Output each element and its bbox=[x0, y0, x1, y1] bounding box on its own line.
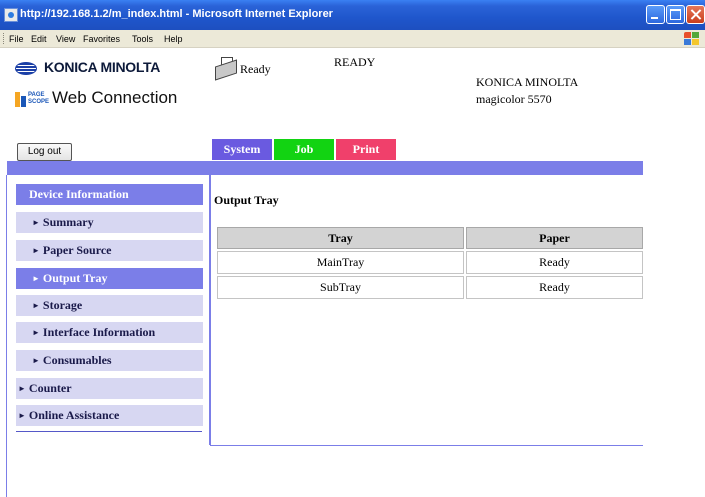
cell-paper: Ready bbox=[466, 276, 643, 299]
arrow-right-icon: ► bbox=[18, 384, 26, 393]
sidebar-section-device-information[interactable]: Device Information bbox=[16, 184, 203, 205]
sidebar-item-paper-source[interactable]: ► Paper Source bbox=[16, 240, 203, 261]
column-header-paper: Paper bbox=[466, 227, 643, 249]
printer-status-label: Ready bbox=[240, 62, 271, 76]
toolbar-grip bbox=[3, 33, 6, 44]
tab-job[interactable]: Job bbox=[274, 139, 334, 160]
window-titlebar: http://192.168.1.2/m_index.html - Micros… bbox=[0, 0, 705, 30]
sidebar-item-consumables[interactable]: ► Consumables bbox=[16, 350, 203, 371]
close-button[interactable] bbox=[686, 5, 705, 24]
tab-print[interactable]: Print bbox=[336, 139, 396, 160]
sidebar-item-online-assistance[interactable]: ► Online Assistance bbox=[16, 405, 203, 426]
menu-bar: File Edit View Favorites Tools Help bbox=[0, 30, 705, 48]
arrow-right-icon: ► bbox=[32, 246, 40, 255]
printer-icon bbox=[215, 57, 237, 81]
device-brand: KONICA MINOLTA bbox=[476, 75, 579, 89]
output-tray-table: Tray Paper MainTray Ready SubTray Ready bbox=[215, 225, 645, 301]
window-title: http://192.168.1.2/m_index.html - Micros… bbox=[20, 8, 333, 20]
arrow-right-icon: ► bbox=[32, 274, 40, 283]
arrow-right-icon: ► bbox=[32, 301, 40, 310]
logout-button[interactable]: Log out bbox=[17, 143, 72, 161]
column-header-tray: Tray bbox=[217, 227, 464, 249]
sidebar-item-output-tray[interactable]: ► Output Tray bbox=[16, 268, 203, 289]
brand-logo-text: KONICA MINOLTA bbox=[44, 59, 161, 75]
ie-icon bbox=[4, 8, 18, 22]
printer-status-text: READY bbox=[334, 55, 376, 69]
cell-paper: Ready bbox=[466, 251, 643, 274]
table-row: SubTray Ready bbox=[217, 276, 643, 299]
cell-tray: SubTray bbox=[217, 276, 464, 299]
arrow-right-icon: ► bbox=[32, 328, 40, 337]
left-border bbox=[6, 175, 7, 497]
content-divider-vertical bbox=[209, 175, 211, 445]
device-model: magicolor 5570 bbox=[476, 92, 552, 106]
sidebar-item-interface-information[interactable]: ► Interface Information bbox=[16, 322, 203, 343]
menu-view[interactable]: View bbox=[56, 34, 75, 44]
arrow-right-icon: ► bbox=[32, 356, 40, 365]
table-header-row: Tray Paper bbox=[217, 227, 643, 249]
menu-edit[interactable]: Edit bbox=[31, 34, 47, 44]
windows-logo-icon bbox=[684, 32, 700, 45]
tab-system[interactable]: System bbox=[212, 139, 272, 160]
menu-help[interactable]: Help bbox=[164, 34, 183, 44]
cell-tray: MainTray bbox=[217, 251, 464, 274]
sidebar-divider bbox=[16, 431, 202, 432]
menu-file[interactable]: File bbox=[9, 34, 24, 44]
sidebar-item-storage[interactable]: ► Storage bbox=[16, 295, 203, 316]
minimize-button[interactable] bbox=[646, 5, 665, 24]
konica-minolta-logo-icon bbox=[15, 62, 37, 75]
header-divider-bar bbox=[7, 161, 643, 175]
content-divider-bottom bbox=[210, 445, 643, 446]
menu-favorites[interactable]: Favorites bbox=[83, 34, 120, 44]
arrow-right-icon: ► bbox=[18, 411, 26, 420]
maximize-button[interactable] bbox=[666, 5, 685, 24]
menu-tools[interactable]: Tools bbox=[132, 34, 153, 44]
sidebar-item-counter[interactable]: ► Counter bbox=[16, 378, 203, 399]
table-row: MainTray Ready bbox=[217, 251, 643, 274]
sidebar-item-summary[interactable]: ► Summary bbox=[16, 212, 203, 233]
page-title: Output Tray bbox=[214, 193, 279, 207]
pagescope-logo-icon: PAGE SCOPE bbox=[15, 90, 49, 108]
arrow-right-icon: ► bbox=[32, 218, 40, 227]
product-name: Web Connection bbox=[52, 88, 178, 107]
